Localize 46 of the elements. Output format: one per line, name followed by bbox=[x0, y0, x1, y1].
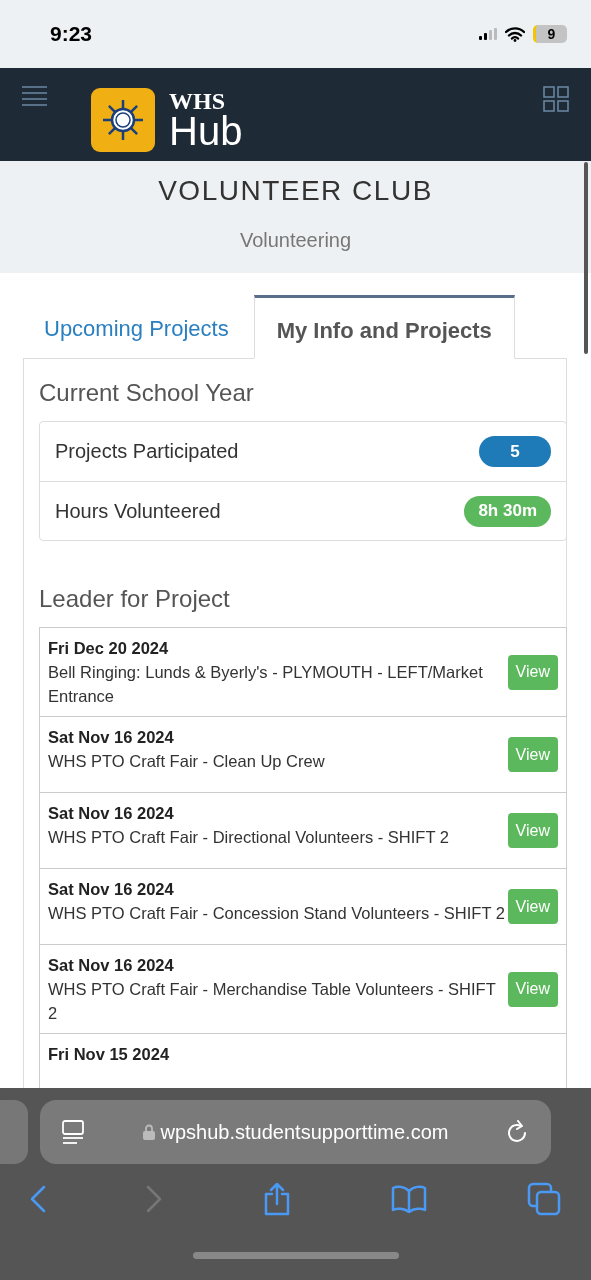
grid-icon[interactable] bbox=[543, 86, 569, 112]
lock-icon bbox=[142, 1124, 155, 1140]
logo-text: Hub bbox=[169, 111, 243, 151]
share-icon[interactable] bbox=[262, 1182, 291, 1216]
status-time: 9:23 bbox=[50, 22, 93, 46]
page-subtitle: Volunteering bbox=[239, 229, 352, 252]
tab[interactable]: Upcoming Projects bbox=[23, 297, 250, 359]
view-button[interactable]: View bbox=[507, 971, 558, 1007]
back-icon[interactable] bbox=[30, 1185, 46, 1213]
stat-label: Hours Volunteered bbox=[55, 499, 221, 523]
view-button[interactable]: View bbox=[507, 737, 558, 772]
tabs-icon[interactable] bbox=[527, 1182, 561, 1216]
book-icon[interactable] bbox=[390, 1185, 427, 1213]
view-button[interactable]: View bbox=[507, 654, 558, 690]
view-button[interactable]: View bbox=[507, 889, 558, 924]
menu-icon[interactable] bbox=[22, 86, 47, 106]
signal-icon bbox=[479, 28, 497, 40]
wifi-icon bbox=[505, 26, 525, 42]
sun-logo-icon bbox=[91, 88, 155, 152]
tab[interactable]: My Info and Projects bbox=[253, 295, 515, 359]
stat-label: Projects Participated bbox=[55, 440, 239, 463]
project-title: Bell Ringing: Lunds & Byerly's - PLYMOUTH - LEFT/Market Entrance bbox=[48, 662, 484, 707]
section-heading: Current School Year bbox=[39, 379, 255, 407]
project-date: Fri Dec 20 2024 bbox=[48, 638, 170, 659]
battery-level: 9 bbox=[533, 25, 567, 43]
address-bar[interactable]: wpshub.studentsupporttime.com bbox=[40, 1100, 551, 1164]
project-title: WHS PTO Craft Fair - Concession Stand Volunteers - SHIFT 2 bbox=[48, 903, 506, 924]
page-title: VOLUNTEER CLUB bbox=[158, 175, 433, 207]
project-date: Sat Nov 16 2024 bbox=[48, 803, 175, 824]
project-title: WHS PTO Craft Fair - Directional Volunteers - SHIFT 2 bbox=[48, 827, 450, 848]
reader-icon[interactable] bbox=[62, 1120, 84, 1144]
project-title: WHS PTO Craft Fair - Clean Up Crew bbox=[48, 751, 326, 772]
stat-value: 5 bbox=[479, 436, 551, 467]
forward-icon[interactable] bbox=[146, 1185, 163, 1213]
project-date: Sat Nov 16 2024 bbox=[48, 727, 175, 748]
reload-icon[interactable] bbox=[507, 1120, 529, 1144]
project-date: Sat Nov 16 2024 bbox=[48, 879, 175, 900]
stat-value: 8h 30m bbox=[464, 495, 551, 527]
url-text: wpshub.studentsupporttime.com bbox=[160, 1120, 449, 1144]
view-button[interactable]: View bbox=[507, 813, 558, 848]
project-date: Fri Nov 15 2024 bbox=[48, 1044, 171, 1065]
previous-tab[interactable] bbox=[0, 1100, 28, 1164]
project-title: WHS PTO Craft Fair - Merchandise Table Volunteers - SHIFT 2 bbox=[48, 979, 497, 1024]
project-date: Sat Nov 16 2024 bbox=[48, 955, 175, 976]
section-heading: Leader for Project bbox=[39, 585, 231, 613]
logo-text: WHS bbox=[169, 89, 226, 113]
